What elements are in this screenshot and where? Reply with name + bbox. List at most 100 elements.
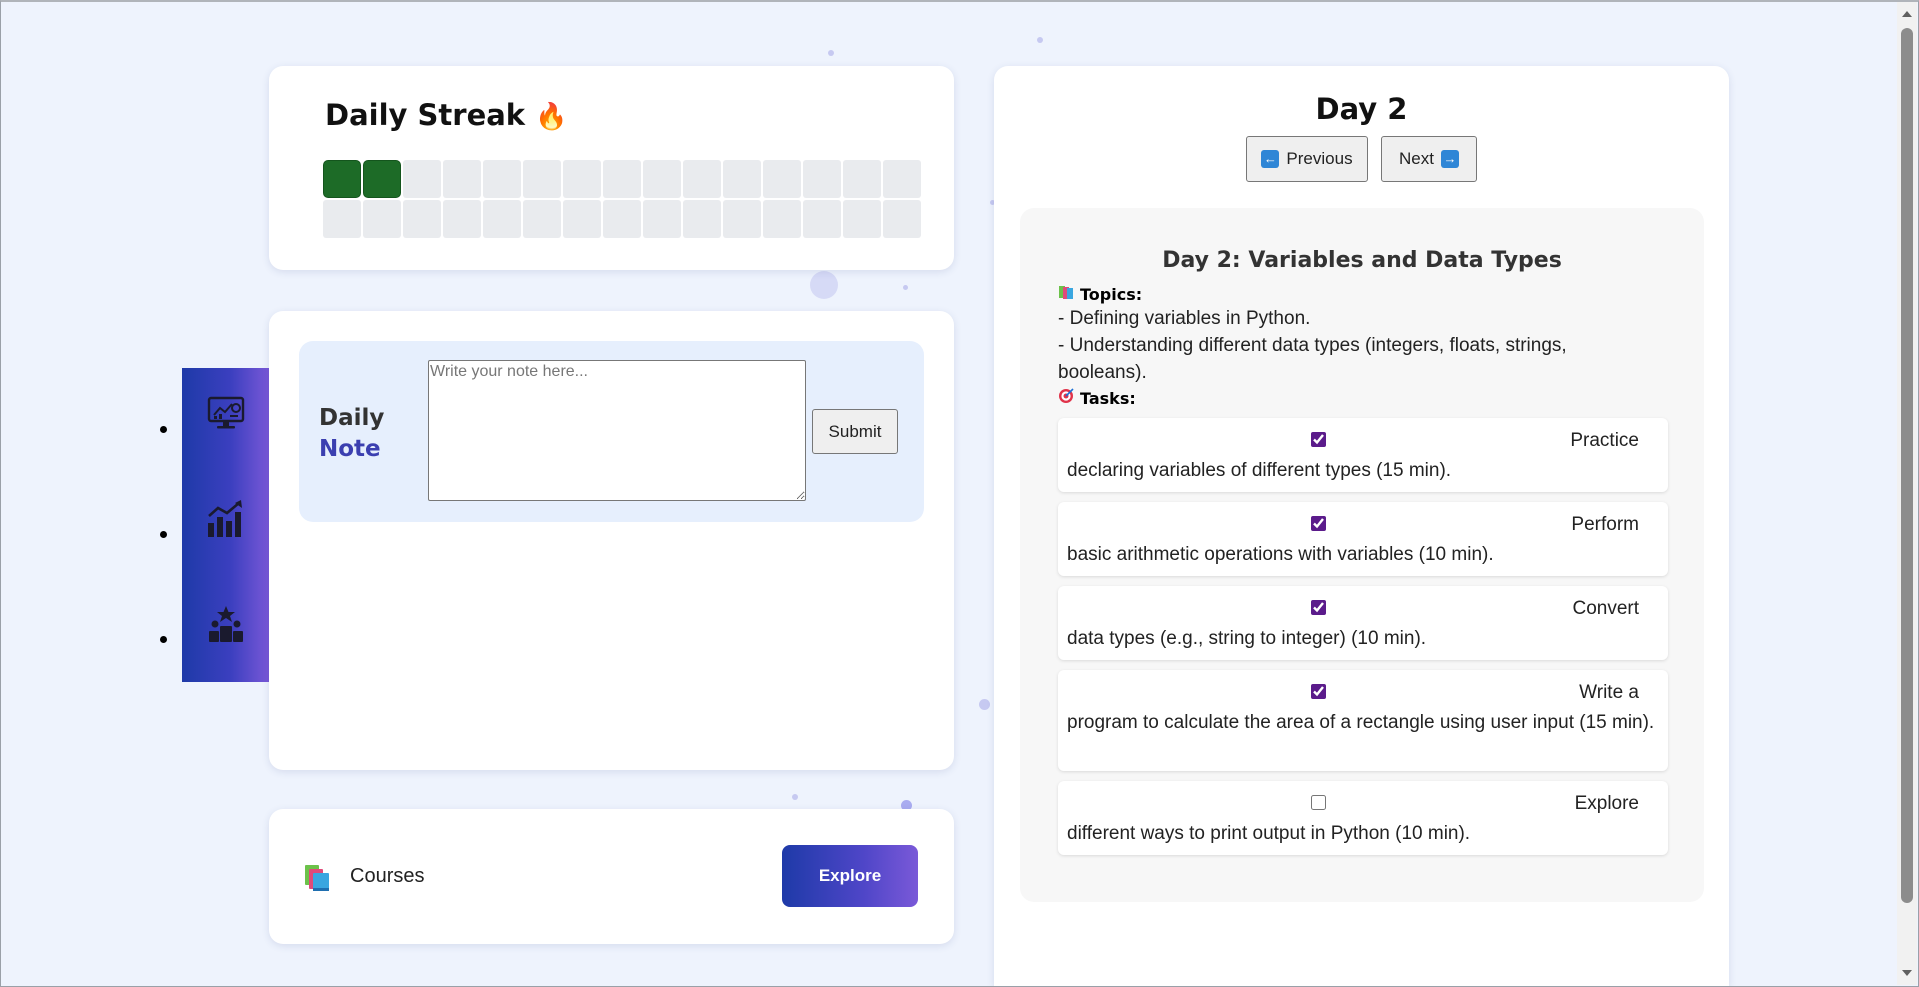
- tasks-heading: Tasks:: [1058, 388, 1136, 408]
- streak-day-cell: [323, 160, 361, 198]
- streak-day-cell: [563, 160, 601, 198]
- arrow-left-icon: ←: [1261, 150, 1280, 168]
- sidebar-item-dashboard[interactable]: [182, 386, 270, 446]
- note-title-line2: Note: [319, 436, 381, 462]
- daily-streak-card: Daily Streak 🔥: [269, 66, 954, 270]
- streak-title: Daily Streak 🔥: [325, 98, 567, 132]
- streak-day-cell: [803, 160, 841, 198]
- monitor-dashboard-icon: [206, 394, 246, 438]
- streak-day-cell: [563, 200, 601, 238]
- background-dot: [792, 794, 798, 800]
- target-icon: [1058, 388, 1074, 408]
- streak-day-cell: [763, 160, 801, 198]
- background-dot: [903, 285, 908, 290]
- task-first-word: Convert: [1572, 598, 1639, 619]
- streak-day-cell: [443, 160, 481, 198]
- note-title: Daily Note: [319, 403, 384, 465]
- streak-day-cell: [443, 200, 481, 238]
- streak-title-text: Daily Streak: [325, 98, 526, 132]
- day-panel: Day 2 ← Previous Next → Day 2: Variables…: [994, 66, 1729, 987]
- streak-day-cell: [883, 160, 921, 198]
- background-dot: [828, 50, 834, 56]
- bar-chart-growth-icon: [205, 499, 247, 543]
- streak-day-cell: [323, 200, 361, 238]
- explore-button[interactable]: Explore: [782, 845, 918, 907]
- sidebar-item-analytics[interactable]: [182, 491, 270, 551]
- topics-heading: Topics:: [1058, 284, 1142, 304]
- streak-day-cell: [363, 160, 401, 198]
- streak-day-cell: [803, 200, 841, 238]
- next-button[interactable]: Next →: [1381, 136, 1477, 182]
- day-heading: Day 2: [1315, 92, 1408, 126]
- daily-note-card: Daily Note Submit: [269, 311, 954, 770]
- task-text: different ways to print output in Python…: [1067, 823, 1471, 844]
- courses-card: Courses Explore: [269, 809, 954, 944]
- task-text: program to calculate the area of a recta…: [1067, 712, 1655, 733]
- fire-icon: 🔥: [535, 102, 568, 132]
- streak-day-cell: [683, 200, 721, 238]
- background-dot: [979, 699, 990, 710]
- task-checkbox[interactable]: [1311, 432, 1326, 447]
- previous-button[interactable]: ← Previous: [1246, 136, 1368, 182]
- topic-item: - Understanding different data types (in…: [1058, 335, 1567, 383]
- scrollbar-thumb[interactable]: [1901, 28, 1913, 903]
- streak-day-cell: [403, 200, 441, 238]
- streak-day-cell: [603, 200, 641, 238]
- topic-item: - Defining variables in Python.: [1058, 308, 1311, 329]
- lesson-content: Day 2: Variables and Data Types Topics: …: [1020, 208, 1704, 902]
- page-scrollbar[interactable]: [1897, 2, 1917, 985]
- sidebar-item-leaderboard[interactable]: [182, 596, 270, 656]
- task-first-word: Perform: [1571, 514, 1639, 535]
- sidebar-bullet: [160, 426, 167, 433]
- streak-day-cell: [683, 160, 721, 198]
- task-item: Write a program to calculate the area of…: [1058, 670, 1668, 771]
- tasks-label: Tasks:: [1080, 388, 1136, 408]
- streak-day-cell: [483, 160, 521, 198]
- streak-day-cell: [483, 200, 521, 238]
- task-text: basic arithmetic operations with variabl…: [1067, 544, 1494, 565]
- submit-button[interactable]: Submit: [812, 409, 898, 454]
- note-panel: Daily Note Submit: [299, 341, 924, 522]
- task-first-word: Practice: [1570, 430, 1639, 451]
- task-item: Convert data types (e.g., string to inte…: [1058, 586, 1668, 660]
- next-label: Next: [1399, 149, 1434, 168]
- task-checkbox[interactable]: [1311, 795, 1326, 810]
- streak-day-cell: [843, 160, 881, 198]
- streak-day-cell: [643, 200, 681, 238]
- task-item: Explore different ways to print output i…: [1058, 781, 1668, 855]
- previous-label: Previous: [1286, 149, 1353, 168]
- streak-day-cell: [723, 200, 761, 238]
- sidebar-bullet: [160, 531, 167, 538]
- task-item: Practice declaring variables of differen…: [1058, 418, 1668, 492]
- scroll-down-icon[interactable]: [1902, 970, 1912, 976]
- note-textarea[interactable]: [428, 360, 806, 501]
- topics-label: Topics:: [1080, 284, 1143, 304]
- leaderboard-podium-icon: [208, 604, 244, 648]
- streak-day-cell: [763, 200, 801, 238]
- task-text: data types (e.g., string to integer) (10…: [1067, 628, 1427, 649]
- task-checkbox[interactable]: [1311, 600, 1326, 615]
- streak-day-cell: [643, 160, 681, 198]
- courses-label: Courses: [350, 865, 425, 887]
- task-first-word: Write a: [1579, 682, 1639, 703]
- task-item: Perform basic arithmetic operations with…: [1058, 502, 1668, 576]
- streak-day-cell: [843, 200, 881, 238]
- streak-day-cell: [723, 160, 761, 198]
- scroll-up-icon[interactable]: [1902, 11, 1912, 17]
- streak-day-cell: [523, 160, 561, 198]
- task-checkbox[interactable]: [1311, 516, 1326, 531]
- books-icon: [303, 863, 333, 893]
- streak-day-cell: [403, 160, 441, 198]
- task-text: declaring variables of different types (…: [1067, 460, 1452, 481]
- streak-day-cell: [603, 160, 641, 198]
- background-dot: [810, 271, 838, 299]
- streak-day-cell: [523, 200, 561, 238]
- arrow-right-icon: →: [1440, 150, 1459, 168]
- books-icon: [1058, 284, 1074, 304]
- background-dot: [1037, 37, 1043, 43]
- lesson-title: Day 2: Variables and Data Types: [1162, 248, 1562, 273]
- streak-day-cell: [883, 200, 921, 238]
- task-first-word: Explore: [1574, 793, 1639, 814]
- streak-grid: [323, 160, 921, 238]
- task-checkbox[interactable]: [1311, 684, 1326, 699]
